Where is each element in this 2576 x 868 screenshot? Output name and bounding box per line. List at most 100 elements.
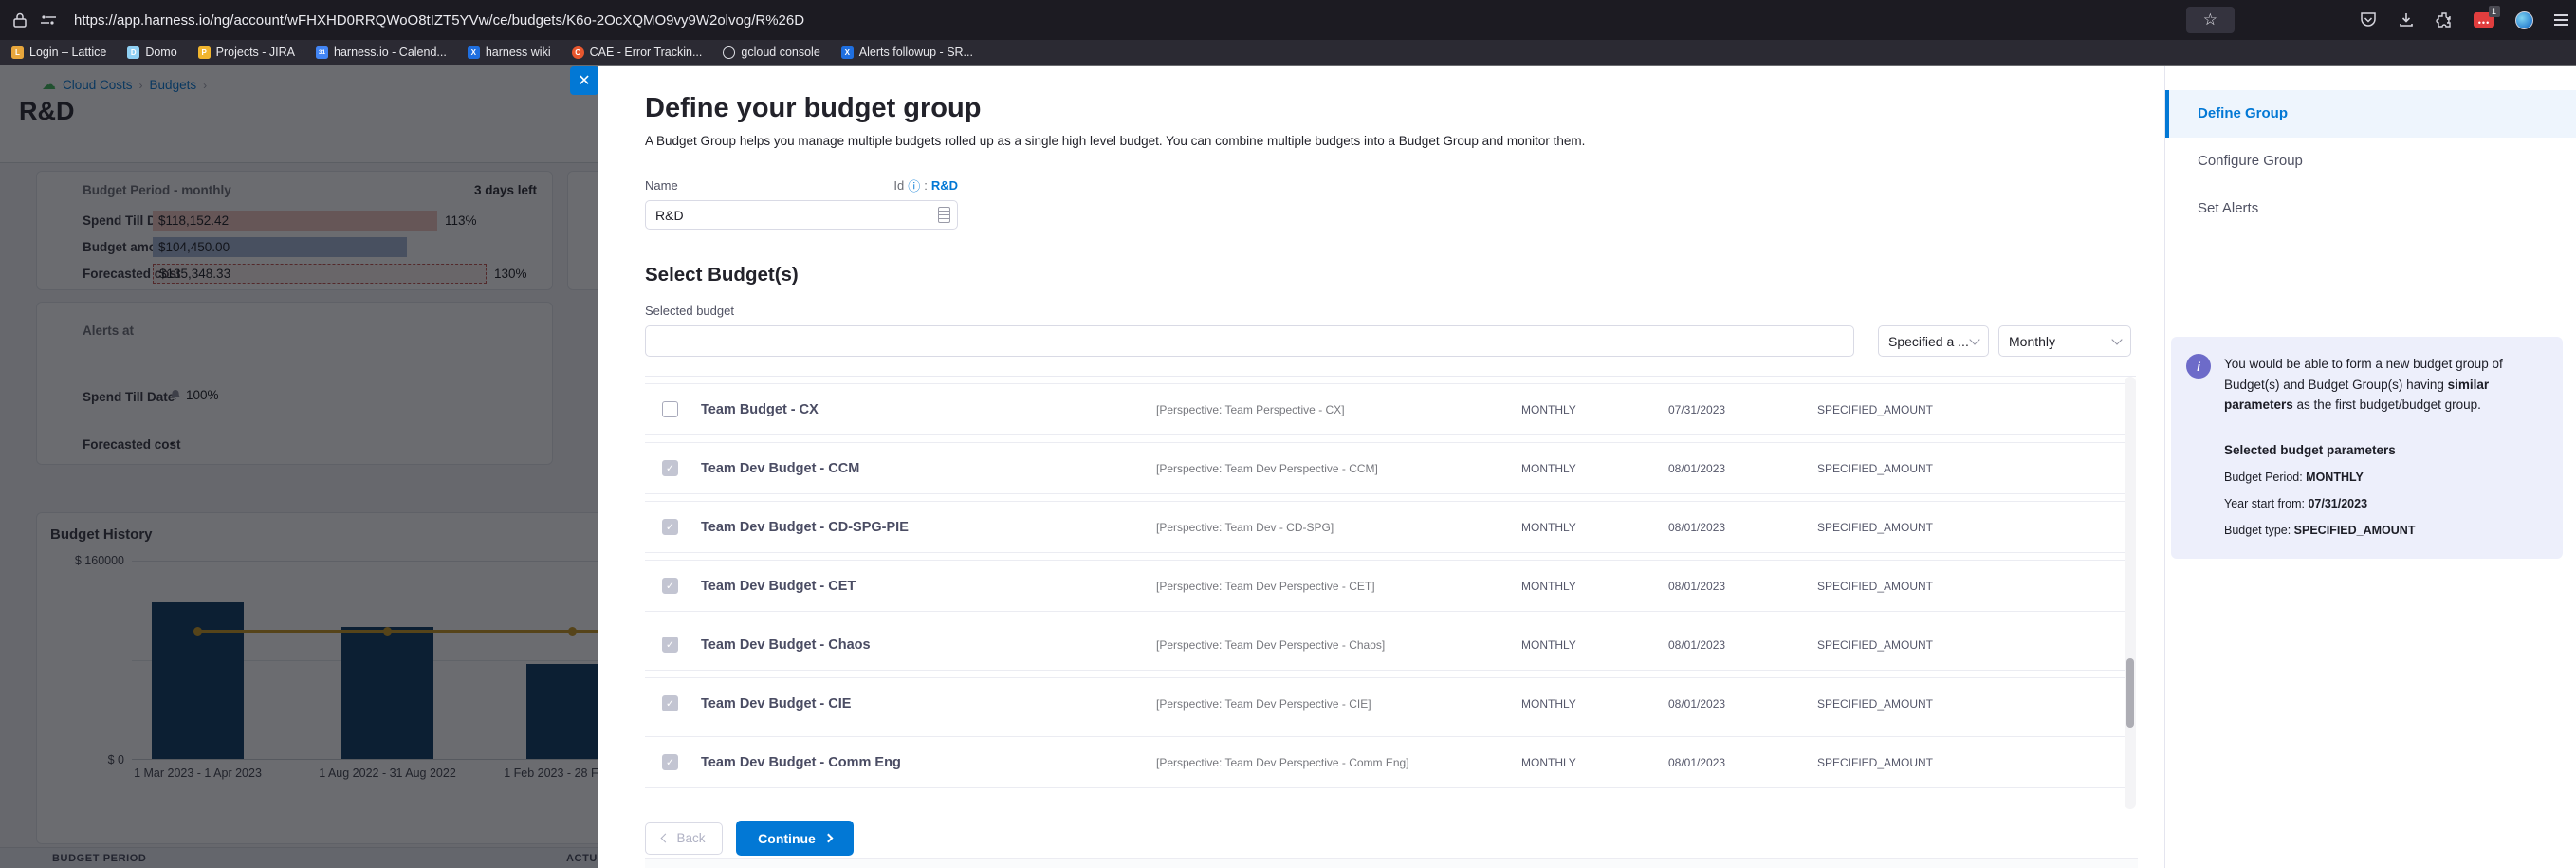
budget-row-name: Team Budget - CX xyxy=(701,402,1156,417)
select-budgets-heading: Select Budget(s) xyxy=(645,264,2136,286)
modal-close-icon[interactable]: ✕ xyxy=(570,66,598,95)
budget-row-type: SPECIFIED_AMOUNT xyxy=(1817,638,2136,652)
budget-row-type: SPECIFIED_AMOUNT xyxy=(1817,756,2136,769)
budget-row-start-date: 08/01/2023 xyxy=(1668,638,1817,652)
bookmark-item[interactable]: C CAE - Error Trackin... xyxy=(572,46,703,59)
downloads-icon[interactable] xyxy=(2398,11,2415,28)
bookmark-favicon: 31 xyxy=(316,46,328,59)
step-define-group[interactable]: Define Group xyxy=(2165,90,2576,138)
bookmark-item[interactable]: X Alerts followup - SR... xyxy=(841,46,973,59)
budget-row-period: MONTHLY xyxy=(1521,638,1668,652)
bookmark-item[interactable]: 31 harness.io - Calend... xyxy=(316,46,447,59)
param-line: Budget type: SPECIFIED_AMOUNT xyxy=(2224,521,2548,540)
id-value-link[interactable]: R&D xyxy=(931,178,958,193)
wizard-steps: Define GroupConfigure GroupSet Alerts xyxy=(2165,90,2576,232)
bookmark-item[interactable]: gcloud console xyxy=(723,46,819,59)
budget-row-type: SPECIFIED_AMOUNT xyxy=(1817,462,2136,475)
budget-row-start-date: 08/01/2023 xyxy=(1668,580,1817,593)
budget-period-select-value: Monthly xyxy=(2009,334,2055,349)
list-scrollbar[interactable] xyxy=(2125,377,2136,809)
budget-row-period: MONTHLY xyxy=(1521,756,1668,769)
budget-row-name: Team Dev Budget - CD-SPG-PIE xyxy=(701,520,1156,535)
modal-main: Define your budget group A Budget Group … xyxy=(598,66,2164,868)
budget-row: ✓ Team Dev Budget - Chaos [Perspective: … xyxy=(645,619,2136,671)
bookmark-star-icon[interactable]: ☆ xyxy=(2186,7,2235,33)
budget-row-start-date: 07/31/2023 xyxy=(1668,403,1817,416)
params-list: Budget Period: MONTHLYYear start from: 0… xyxy=(2224,468,2548,540)
modal-buttons: Back Continue xyxy=(645,821,2136,856)
bookmark-label: Domo xyxy=(145,46,176,59)
budget-row-checkbox[interactable]: ✓ xyxy=(662,578,678,594)
id-info-icon[interactable]: ⓘ xyxy=(908,176,920,194)
bookmark-favicon: L xyxy=(11,46,24,59)
budget-row-checkbox[interactable]: ✓ xyxy=(662,695,678,711)
menu-hamburger-icon[interactable] xyxy=(2554,14,2568,26)
bookmark-label: CAE - Error Trackin... xyxy=(590,46,703,59)
budget-row-checkbox[interactable]: ✓ xyxy=(662,754,678,770)
step-set-alerts[interactable]: Set Alerts xyxy=(2165,185,2576,232)
continue-button[interactable]: Continue xyxy=(736,821,854,856)
budget-row-period: MONTHLY xyxy=(1521,462,1668,475)
budget-row-type: SPECIFIED_AMOUNT xyxy=(1817,697,2136,711)
budget-row-start-date: 08/01/2023 xyxy=(1668,697,1817,711)
name-input-suffix-icon xyxy=(938,207,950,223)
bookmark-item[interactable]: P Projects - JIRA xyxy=(198,46,295,59)
step-configure-group[interactable]: Configure Group xyxy=(2165,138,2576,185)
bookmark-favicon: X xyxy=(468,46,480,59)
extension-badge: 1 xyxy=(2489,6,2500,17)
browser-profile-avatar[interactable] xyxy=(2515,11,2533,29)
chevron-down-icon xyxy=(1969,334,1979,344)
modal-description: A Budget Group helps you manage multiple… xyxy=(645,134,2136,148)
budget-row-period: MONTHLY xyxy=(1521,521,1668,534)
budget-row-perspective: [Perspective: Team Dev Perspective - Cha… xyxy=(1156,638,1521,652)
budget-row-type: SPECIFIED_AMOUNT xyxy=(1817,580,2136,593)
budget-row-start-date: 08/01/2023 xyxy=(1668,521,1817,534)
address-bar[interactable]: https://app.harness.io/ng/account/wFHXHD… xyxy=(74,12,2175,28)
budget-type-select[interactable]: Specified a ... xyxy=(1878,325,1989,357)
shield-permissions-icon[interactable] xyxy=(40,11,57,28)
chevron-down-icon xyxy=(2111,334,2122,344)
extensions-puzzle-icon[interactable] xyxy=(2436,11,2453,28)
budget-row-name: Team Dev Budget - Comm Eng xyxy=(701,755,1156,770)
bookmark-favicon xyxy=(723,46,735,59)
budget-period-select[interactable]: Monthly xyxy=(1998,325,2131,357)
budget-row-period: MONTHLY xyxy=(1521,403,1668,416)
info-panel: i You would be able to form a new budget… xyxy=(2171,337,2563,559)
budget-row-type: SPECIFIED_AMOUNT xyxy=(1817,521,2136,534)
bookmark-favicon: X xyxy=(841,46,854,59)
bookmark-favicon: C xyxy=(572,46,584,59)
budget-row-checkbox[interactable]: ✓ xyxy=(662,637,678,653)
budget-row-checkbox[interactable]: ✓ xyxy=(662,519,678,535)
modal-step-rail: Define GroupConfigure GroupSet Alerts i … xyxy=(2164,66,2576,868)
budget-row-start-date: 08/01/2023 xyxy=(1668,756,1817,769)
pocket-icon[interactable] xyxy=(2360,11,2377,28)
back-button[interactable]: Back xyxy=(645,822,723,855)
bookmarks-bar: L Login – Lattice D Domo P Projects - JI… xyxy=(0,40,2576,65)
password-manager-icon[interactable]: ••• 1 xyxy=(2474,12,2494,28)
name-label: Name xyxy=(645,178,678,193)
budget-row-checkbox[interactable]: ✓ xyxy=(662,460,678,476)
info-text: as the first budget/budget group. xyxy=(2293,397,2481,412)
budget-row-start-date: 08/01/2023 xyxy=(1668,462,1817,475)
list-scrollbar-thumb[interactable] xyxy=(2126,658,2134,728)
budget-group-modal: Define your budget group A Budget Group … xyxy=(598,66,2576,868)
selected-budget-input[interactable] xyxy=(645,325,1854,357)
budget-row-checkbox[interactable] xyxy=(662,401,678,417)
budget-row-type: SPECIFIED_AMOUNT xyxy=(1817,403,2136,416)
bookmark-item[interactable]: L Login – Lattice xyxy=(11,46,106,59)
bookmark-label: Login – Lattice xyxy=(29,46,106,59)
budget-row-name: Team Dev Budget - CCM xyxy=(701,461,1156,476)
budget-row: ✓ Team Dev Budget - CD-SPG-PIE [Perspect… xyxy=(645,501,2136,553)
budget-row-perspective: [Perspective: Team Perspective - CX] xyxy=(1156,403,1521,416)
bookmark-item[interactable]: X harness wiki xyxy=(468,46,551,59)
budget-list: Team Budget - CX [Perspective: Team Pers… xyxy=(645,376,2136,809)
budget-row: ✓ Team Dev Budget - CET [Perspective: Te… xyxy=(645,560,2136,612)
budget-row-name: Team Dev Budget - CIE xyxy=(701,696,1156,711)
budget-row-perspective: [Perspective: Team Dev Perspective - Com… xyxy=(1156,756,1521,769)
chevron-left-icon xyxy=(661,834,671,843)
selected-budget-label: Selected budget xyxy=(645,304,2136,318)
budget-row-name: Team Dev Budget - Chaos xyxy=(701,637,1156,653)
name-input[interactable] xyxy=(645,200,958,230)
id-label: Id xyxy=(893,178,904,193)
bookmark-item[interactable]: D Domo xyxy=(127,46,176,59)
